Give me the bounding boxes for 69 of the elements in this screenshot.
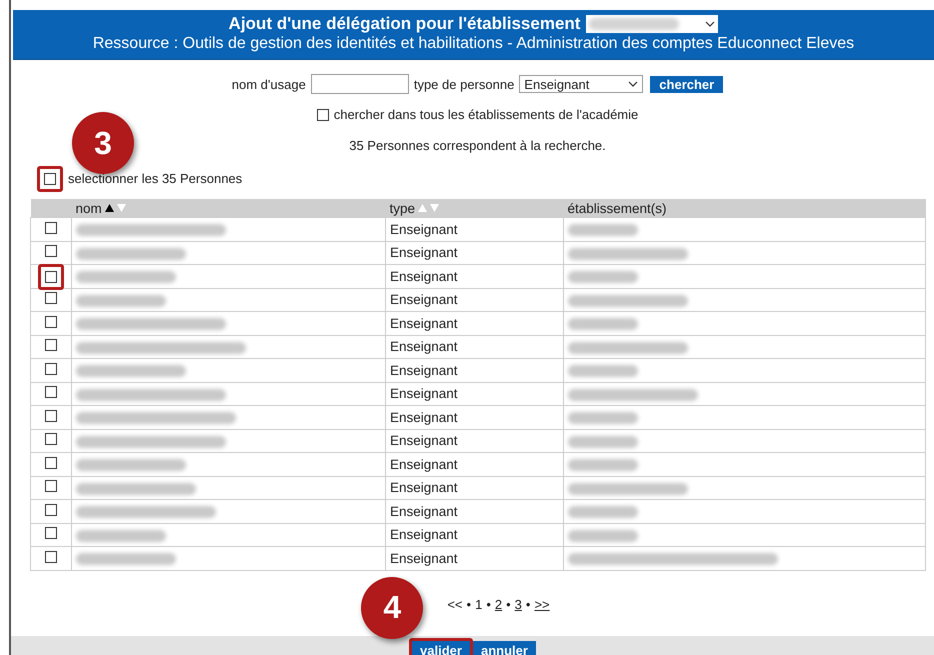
checkbox[interactable] — [316, 108, 329, 120]
caret-icon — [705, 21, 716, 27]
table-cell: Enseignant — [390, 456, 458, 472]
checkbox[interactable] — [44, 172, 56, 184]
search-button[interactable]: chercher — [650, 76, 724, 92]
separator-dot: • — [486, 596, 491, 612]
validate-button[interactable]: valider — [412, 641, 470, 655]
row-checkbox[interactable] — [45, 456, 57, 469]
row-checkbox[interactable] — [45, 386, 57, 398]
row-checkbox[interactable] — [45, 292, 57, 304]
page-link[interactable]: 2 — [494, 596, 502, 612]
step-marker: 3 — [72, 112, 134, 174]
resource-subtitle: Ressource : Outils de gestion des identités et habilitations - Administration des comptes Educonnect Eleves — [92, 35, 854, 53]
table-cell: Enseignant — [390, 339, 458, 354]
cancel-button[interactable]: annuler — [472, 641, 536, 655]
page-title: Ajout d'une délégation pour l'établissement — [228, 14, 580, 34]
page-link[interactable]: 3 — [514, 596, 522, 612]
table-cell: Enseignant — [390, 316, 458, 331]
separator-dot: • — [526, 596, 530, 612]
row-checkbox[interactable] — [45, 362, 57, 375]
table-cell: Enseignant — [390, 527, 458, 542]
column-header[interactable]: nom — [76, 200, 102, 216]
redacted-text — [568, 271, 638, 284]
row-checkbox[interactable] — [45, 410, 57, 422]
type-select[interactable]: Enseignant — [519, 75, 644, 93]
page-number: << — [447, 596, 463, 612]
page-number: 1 — [475, 596, 482, 612]
redacted-text — [568, 459, 638, 472]
table-cell: Enseignant — [390, 550, 458, 566]
redacted-text — [568, 506, 638, 518]
redacted-text — [568, 412, 638, 424]
row-checkbox[interactable] — [45, 550, 57, 563]
page-link[interactable]: >> — [534, 596, 550, 612]
redacted-text — [568, 318, 638, 330]
row-checkbox[interactable] — [45, 339, 57, 352]
table-cell: Enseignant — [390, 504, 458, 519]
table-cell: Enseignant — [390, 433, 458, 448]
row-checkbox[interactable] — [45, 527, 57, 540]
row-checkbox[interactable] — [45, 316, 57, 328]
table-cell: Enseignant — [390, 292, 458, 308]
result-count: 35 Personnes correspondent à la recherche. — [349, 138, 606, 153]
row-checkbox[interactable] — [45, 222, 57, 234]
table-cell: Enseignant — [390, 245, 458, 260]
type-label: type de personne — [414, 76, 514, 92]
table-cell: Enseignant — [390, 386, 458, 402]
caret-icon — [628, 81, 638, 87]
name-label: nom d'usage — [232, 76, 306, 92]
column-header[interactable]: type — [390, 200, 416, 216]
sort-icon[interactable] — [104, 203, 127, 213]
row-checkbox[interactable] — [45, 245, 57, 258]
redacted-text — [568, 436, 638, 448]
row-checkbox[interactable] — [45, 504, 57, 516]
separator-dot: • — [506, 596, 511, 612]
table-cell: Enseignant — [390, 222, 458, 237]
checkbox-label: selectionner les 35 Personnes — [68, 171, 242, 186]
name-input-field[interactable] — [310, 74, 409, 94]
checkbox-label: chercher dans tous les établissements de l'académie — [334, 107, 638, 122]
redacted-text — [568, 530, 638, 542]
row-checkbox[interactable] — [45, 271, 57, 284]
redacted-text — [568, 365, 638, 378]
table-cell: Enseignant — [390, 268, 458, 284]
row-checkbox[interactable] — [45, 480, 57, 492]
row-checkbox[interactable] — [45, 433, 57, 446]
table-cell: Enseignant — [390, 480, 458, 496]
table-cell: Enseignant — [390, 410, 458, 425]
redacted-text — [568, 224, 638, 236]
step-marker: 4 — [361, 576, 424, 638]
table-cell: Enseignant — [390, 362, 458, 378]
separator-dot: • — [466, 596, 472, 612]
